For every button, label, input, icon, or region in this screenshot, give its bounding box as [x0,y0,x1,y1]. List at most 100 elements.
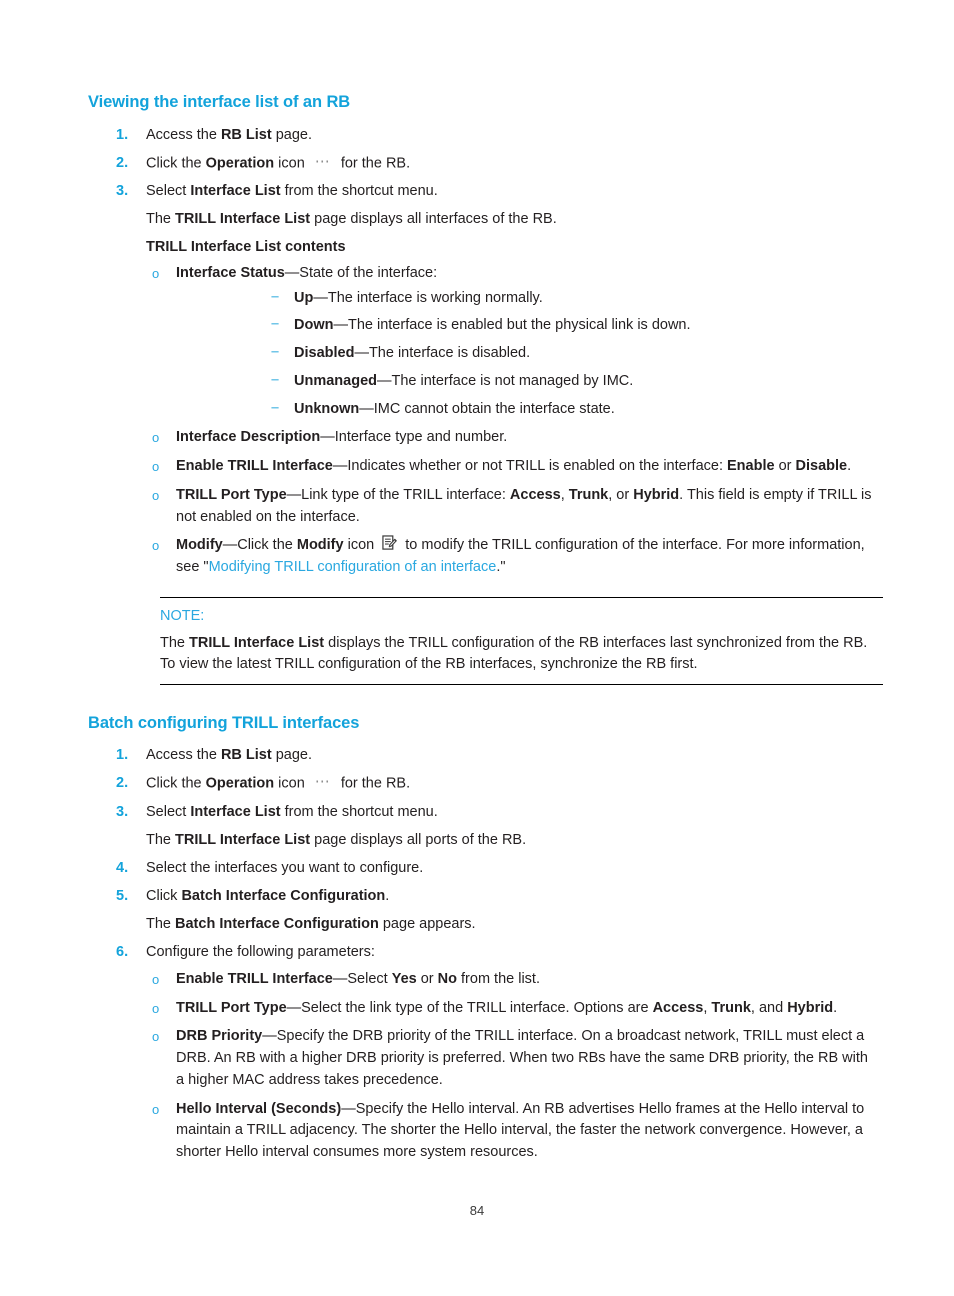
step-item: 4. Select the interfaces you want to con… [88,857,876,879]
dash-bullet-icon: – [271,316,280,333]
em-dash: — [333,317,348,334]
dash-bullet-icon: – [271,344,280,360]
result-post: page displays all ports of the RB. [310,831,527,848]
step-text-bold: Interface List [190,803,281,820]
em-dash: — [313,289,328,306]
list-item-hello-interval: o Hello Interval (Seconds)—Specify the H… [88,1099,876,1164]
step-text-post: from the shortcut menu. [280,183,438,200]
contents-heading: TRILL Interface List contents [88,236,876,258]
step-text-pre: Click [146,887,182,904]
step-text-post: for the RB. [336,775,411,792]
step-text-bold: RB List [220,747,272,764]
step-text-bold: RB List [220,126,272,143]
dash-bullet-icon: – [271,399,280,416]
list-item-interface-description: o Interface Description—Interface type a… [88,427,876,449]
cross-reference-link[interactable]: Modifying TRILL configuration of an inte… [209,559,497,575]
em-dash: — [354,345,369,361]
em-dash: — [341,1100,356,1117]
step-number: 1. [116,747,129,764]
document-page: Viewing the interface list of an RB 1. A… [0,0,954,1296]
step-item: 2. Click the Operation icon ⋯ for the RB… [88,772,876,795]
modify-bold: Modify [296,537,344,554]
list-item: – Up—The interface is working normally. [176,288,876,310]
ellipsis-icon: ⋯ [314,773,331,791]
term-desc: Specify the DRB priority of the TRILL in… [176,1028,868,1088]
em-dash: — [332,458,348,474]
result-bold: TRILL Interface List [175,211,311,228]
note-bold: TRILL Interface List [189,634,325,651]
step-number: 1. [116,126,129,143]
term-label: Down [294,317,334,334]
modify-end: ." [496,559,506,575]
step-item: 5. Click Batch Interface Configuration. [88,885,876,907]
result-bold: TRILL Interface List [175,831,311,848]
circle-bullet-icon: o [152,1101,160,1117]
step-number: 6. [116,943,129,960]
term-desc: Select the link type of the TRILL interf… [301,999,838,1016]
em-dash: — [286,999,302,1016]
circle-bullet-icon: o [152,265,160,281]
step-text-bold: Batch Interface Configuration [181,887,386,904]
em-dash: — [320,429,335,446]
modify-mid: icon [343,537,379,554]
result-line: The Batch Interface Configuration page a… [88,913,876,935]
step-number: 4. [116,859,129,876]
list-item-trill-port-type: o TRILL Port Type—Link type of the TRILL… [88,485,876,529]
term-label: Unmanaged [294,372,377,389]
step-text-pre: Click the [146,155,206,172]
list-item-trill-port-type: o TRILL Port Type—Select the link type o… [88,998,876,1020]
term-desc: The interface is enabled but the physica… [347,317,691,334]
interface-list-contents: o Interface Status—State of the interfac… [88,263,876,579]
term-desc: IMC cannot obtain the interface state. [373,400,615,417]
term-desc: State of the interface: [299,264,438,281]
circle-bullet-icon: o [152,1000,160,1016]
circle-bullet-icon: o [152,1029,160,1045]
step-number: 3. [116,803,129,820]
term-desc: The interface is not managed by IMC. [391,372,634,389]
result-line: The TRILL Interface List page displays a… [88,829,876,851]
step-number: 2. [116,775,129,792]
term-label: Unknown [294,400,360,417]
list-item-enable-trill-interface: o Enable TRILL Interface—Select Yes or N… [88,969,876,991]
page-number-footer: 84 [469,1203,485,1218]
term-label: Enable TRILL Interface [176,970,333,987]
step-text-post: from the shortcut menu. [280,803,438,820]
em-dash: — [222,537,238,554]
step-text-post: . [385,887,390,904]
term-label: Disabled [294,345,355,361]
step-text-bold: Interface List [190,183,281,200]
term-label: DRB Priority [176,1028,263,1045]
step-text-post: for the RB. [336,155,411,172]
note-body: The TRILL Interface List displays the TR… [160,633,883,675]
circle-bullet-icon: o [152,430,160,446]
dash-bullet-icon: – [271,288,280,305]
step-text-bold: Operation [205,775,275,792]
list-item: – Down—The interface is enabled but the … [176,315,876,337]
term-desc: The interface is working normally. [327,289,543,306]
em-dash: — [262,1028,277,1045]
term-label: Up [294,289,314,306]
step-text-mid: icon [274,775,309,792]
term-desc: Interface type and number. [334,429,508,446]
step-number: 3. [116,183,129,200]
em-dash: — [332,970,348,987]
steps-list-viewing: 1. Access the RB List page. 2. Click the… [88,124,876,203]
steps-list-batch: 1. Access the RB List page. 2. Click the… [88,744,876,823]
modify-pre: Click the [237,537,297,554]
list-item-modify: o Modify—Click the Modify icon to modify… [88,535,876,579]
term-label: Enable TRILL Interface [176,458,333,474]
step-text-bold: Operation [205,155,275,172]
circle-bullet-icon: o [152,487,160,503]
note-label: NOTE: [160,607,205,624]
steps-list-batch-final: 6. Configure the following parameters: [88,941,876,963]
dash-bullet-icon: – [271,371,280,388]
term-desc: Indicates whether or not TRILL is enable… [347,458,852,474]
step-text-pre: Select [146,183,191,200]
list-item-drb-priority: o DRB Priority—Specify the DRB priority … [88,1026,876,1091]
em-dash: — [286,486,302,503]
note-pre: The [160,634,190,651]
result-pre: The [146,211,176,228]
step-text-pre: Select the interfaces you want to config… [146,859,424,876]
list-item-enable-trill-interface: o Enable TRILL Interface—Indicates wheth… [88,456,876,478]
step-text-pre: Access the [146,126,221,143]
